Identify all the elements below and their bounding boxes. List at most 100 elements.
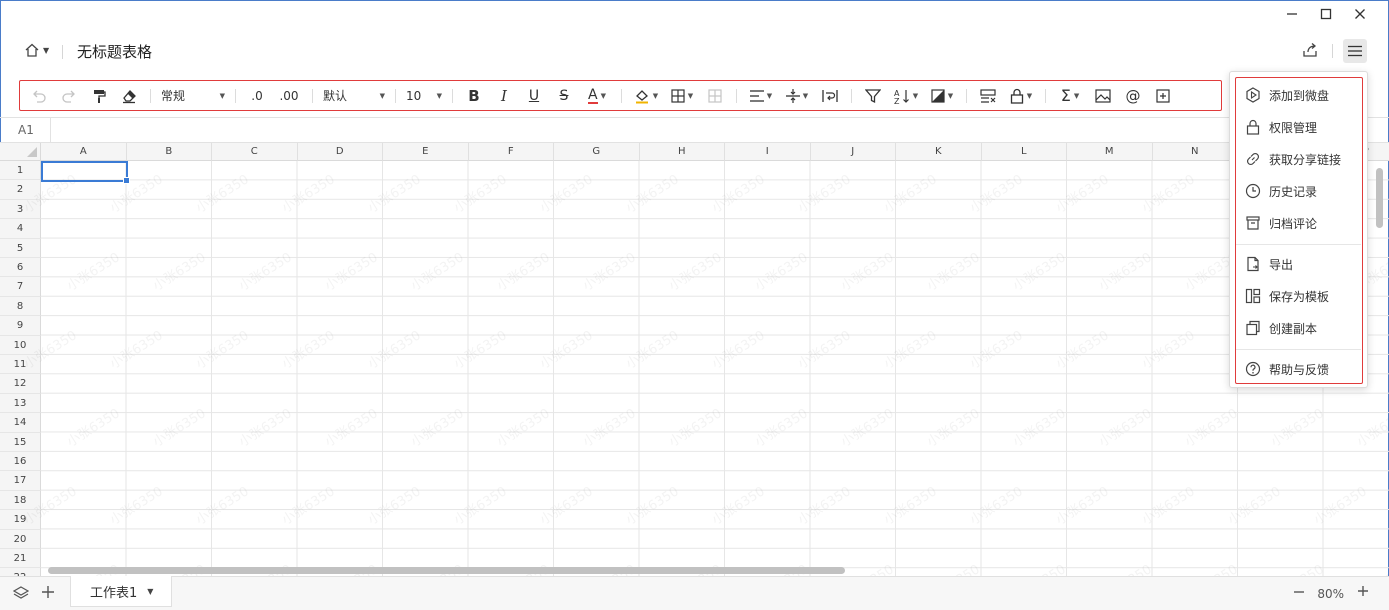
- row-header[interactable]: 8: [0, 296, 41, 317]
- row-header[interactable]: 4: [0, 219, 41, 239]
- vertical-align-button[interactable]: ▼: [779, 84, 815, 108]
- close-button[interactable]: [1343, 4, 1377, 24]
- help-icon: [1245, 361, 1261, 377]
- row-header[interactable]: 13: [0, 393, 41, 414]
- menu-item-export[interactable]: 导出: [1236, 251, 1361, 277]
- underline-button[interactable]: U: [519, 84, 549, 108]
- select-all-corner[interactable]: [0, 143, 41, 161]
- font-name-select[interactable]: 默认 ▼: [319, 84, 389, 108]
- row-header[interactable]: 7: [0, 277, 41, 297]
- sum-button[interactable]: Σ ▼: [1052, 84, 1088, 108]
- horizontal-align-button[interactable]: ▼: [743, 84, 779, 108]
- fill-color-button[interactable]: ▼: [628, 84, 664, 108]
- cell-area[interactable]: [41, 161, 1389, 576]
- merge-cells-button[interactable]: [700, 84, 730, 108]
- row-header[interactable]: 17: [0, 471, 41, 491]
- row-header[interactable]: 22: [0, 568, 41, 576]
- number-format-select[interactable]: 常规 ▼: [157, 84, 229, 108]
- format-painter-button[interactable]: [84, 84, 114, 108]
- row-header[interactable]: 3: [0, 199, 41, 220]
- row-header[interactable]: 14: [0, 413, 41, 433]
- insert-more-button[interactable]: [1148, 84, 1178, 108]
- undo-button[interactable]: [24, 84, 54, 108]
- filter-button[interactable]: [858, 84, 888, 108]
- row-header[interactable]: 19: [0, 510, 41, 530]
- row-header[interactable]: 21: [0, 549, 41, 569]
- sheet-list-button[interactable]: [12, 585, 30, 604]
- zoom-level[interactable]: 80%: [1317, 587, 1344, 601]
- menu-item-archive-comments[interactable]: 归档评论: [1236, 210, 1361, 236]
- row-header[interactable]: 2: [0, 180, 41, 200]
- font-size-select[interactable]: 10 ▼: [402, 84, 446, 108]
- column-header[interactable]: M: [1067, 143, 1153, 161]
- menu-item-add-to-weipan[interactable]: 添加到微盘: [1236, 82, 1361, 108]
- spreadsheet-grid[interactable]: ABCDEFGHIJKLMNOP 12345678910111213141516…: [0, 143, 1389, 576]
- minimize-button[interactable]: [1275, 4, 1309, 24]
- vertical-scrollbar[interactable]: [1376, 168, 1383, 228]
- decrease-decimal-button[interactable]: .0: [242, 84, 272, 108]
- share-button[interactable]: [1301, 41, 1319, 62]
- column-header[interactable]: N: [1152, 143, 1238, 161]
- row-header[interactable]: 6: [0, 258, 41, 278]
- undo-icon: [33, 90, 46, 103]
- column-header[interactable]: F: [468, 143, 554, 161]
- align-left-icon: [749, 89, 764, 102]
- conditional-format-button[interactable]: ▼: [924, 84, 960, 108]
- column-header[interactable]: D: [297, 143, 383, 161]
- row-header[interactable]: 12: [0, 374, 41, 394]
- maximize-button[interactable]: [1309, 4, 1343, 24]
- zoom-out-button[interactable]: [1293, 583, 1305, 602]
- column-header[interactable]: A: [41, 143, 127, 161]
- cell-name-box[interactable]: A1: [0, 118, 51, 142]
- row-header[interactable]: 18: [0, 490, 41, 511]
- freeze-button[interactable]: [973, 84, 1003, 108]
- clear-format-button[interactable]: [114, 84, 144, 108]
- menu-item-help-feedback[interactable]: 帮助与反馈: [1236, 356, 1361, 382]
- font-color-button[interactable]: A ▼: [579, 84, 615, 108]
- row-header[interactable]: 10: [0, 335, 41, 355]
- column-header[interactable]: I: [725, 143, 811, 161]
- row-header[interactable]: 5: [0, 238, 41, 258]
- row-header[interactable]: 16: [0, 452, 41, 472]
- menu-item-save-template[interactable]: 保存为模板: [1236, 283, 1361, 309]
- insert-image-button[interactable]: [1088, 84, 1118, 108]
- row-header[interactable]: 1: [0, 161, 41, 181]
- protect-button[interactable]: ▼: [1003, 84, 1039, 108]
- italic-button[interactable]: I: [489, 84, 519, 108]
- document-title[interactable]: 无标题表格: [77, 41, 152, 62]
- redo-button[interactable]: [54, 84, 84, 108]
- row-header[interactable]: 15: [0, 432, 41, 452]
- row-header[interactable]: 20: [0, 529, 41, 549]
- row-header[interactable]: 9: [0, 316, 41, 336]
- menu-item-create-copy[interactable]: 创建副本: [1236, 315, 1361, 341]
- bold-button[interactable]: B: [459, 84, 489, 108]
- column-header[interactable]: H: [639, 143, 725, 161]
- sheet-tab[interactable]: 工作表1 ▼: [70, 576, 172, 607]
- menu-item-share-link[interactable]: 获取分享链接: [1236, 146, 1361, 172]
- increase-decimal-button[interactable]: .00: [272, 84, 306, 108]
- mention-button[interactable]: @: [1118, 84, 1148, 108]
- horizontal-scrollbar[interactable]: [48, 567, 845, 574]
- zoom-in-button[interactable]: [1357, 582, 1369, 602]
- strikethrough-button[interactable]: S: [549, 84, 579, 108]
- add-sheet-button[interactable]: [41, 585, 55, 602]
- column-header[interactable]: L: [981, 143, 1067, 161]
- image-icon: [1095, 88, 1111, 103]
- home-button[interactable]: ▼: [24, 42, 49, 58]
- column-header[interactable]: C: [212, 143, 298, 161]
- column-header[interactable]: B: [126, 143, 212, 161]
- chevron-down-icon[interactable]: ▼: [147, 587, 153, 596]
- column-header[interactable]: G: [554, 143, 640, 161]
- column-header[interactable]: E: [383, 143, 469, 161]
- column-header[interactable]: J: [810, 143, 896, 161]
- menu-item-permissions[interactable]: 权限管理: [1236, 114, 1361, 140]
- borders-button[interactable]: ▼: [664, 84, 700, 108]
- menu-item-history[interactable]: 历史记录: [1236, 178, 1361, 204]
- row-header[interactable]: 11: [0, 355, 41, 375]
- wrap-text-button[interactable]: [815, 84, 845, 108]
- svg-text:Z: Z: [894, 97, 900, 104]
- column-header[interactable]: K: [896, 143, 982, 161]
- more-menu-button[interactable]: [1343, 39, 1367, 63]
- selected-cell-a1[interactable]: [41, 161, 130, 184]
- sort-button[interactable]: A Z ▼: [888, 84, 924, 108]
